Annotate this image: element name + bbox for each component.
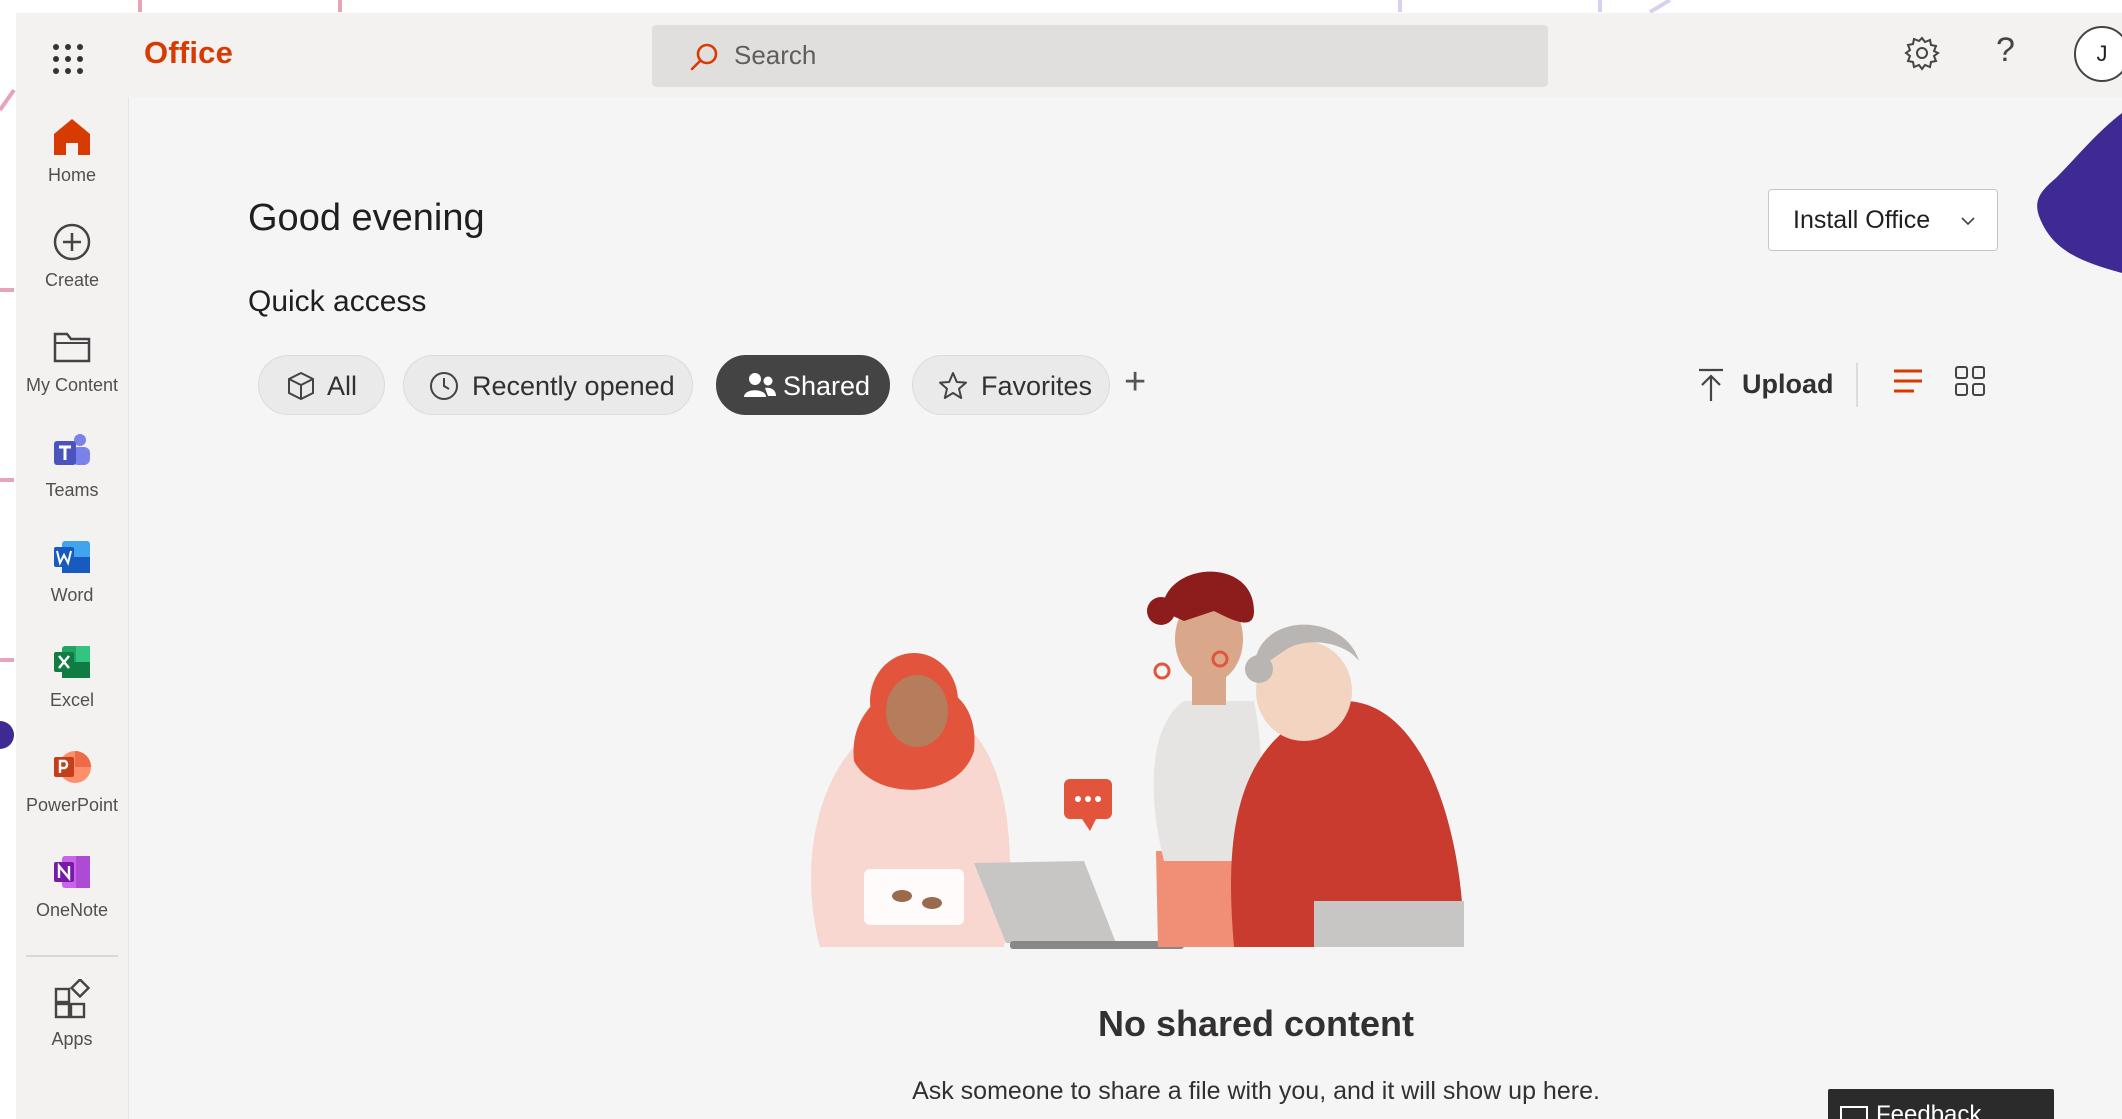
search-box[interactable]: Search [652, 25, 1548, 87]
account-avatar[interactable]: J [2074, 26, 2122, 82]
office-brand-link[interactable]: Office [144, 35, 233, 71]
excel-icon [54, 646, 90, 678]
sidebar-item-powerpoint[interactable]: PowerPoint [16, 737, 128, 837]
sidebar-item-label: Create [44, 270, 100, 290]
sidebar-item-apps[interactable]: Apps [16, 971, 128, 1071]
decorative-blob [2037, 113, 2122, 273]
upload-icon [1699, 368, 1723, 401]
feedback-label: Feedback [1876, 1101, 1982, 1119]
sidebar-item-onenote[interactable]: OneNote [16, 842, 128, 942]
sidebar-item-excel[interactable]: Excel [16, 632, 128, 732]
people-icon [744, 373, 776, 397]
star-icon [939, 372, 967, 399]
filter-label: Recently opened [472, 371, 675, 401]
left-app-rail: Home Create My Content Teams Word Excel … [16, 97, 129, 1119]
filter-label: All [327, 371, 358, 401]
top-header: Office Search ? J [16, 13, 2122, 97]
sidebar-item-label: Excel [49, 690, 94, 710]
list-view-icon[interactable] [1892, 365, 1924, 397]
feedback-button[interactable]: Feedback [1828, 1089, 2054, 1119]
apps-icon [54, 979, 91, 1019]
empty-state-title: No shared content [1097, 1003, 1415, 1044]
folder-icon [53, 332, 91, 363]
sidebar-item-label: OneNote [35, 900, 109, 920]
home-icon [54, 119, 90, 155]
filter-all-pill[interactable]: All [258, 355, 385, 415]
filter-favorites-pill[interactable]: Favorites [912, 355, 1110, 415]
sidebar-item-teams[interactable]: Teams [16, 422, 128, 522]
sidebar-item-label: Apps [51, 1029, 93, 1049]
upload-button[interactable]: Upload [1696, 361, 1846, 411]
filter-recently-opened-pill[interactable]: Recently opened [403, 355, 693, 415]
sidebar-item-home[interactable]: Home [16, 107, 128, 207]
search-icon [690, 43, 718, 71]
help-button[interactable]: ? [1996, 31, 2015, 70]
upload-label: Upload [1742, 369, 1834, 399]
install-office-label: Install Office [1793, 206, 1931, 234]
filter-label: Favorites [981, 371, 1093, 401]
powerpoint-icon [54, 751, 91, 783]
toolbar-divider [1856, 363, 1858, 407]
empty-state-subtitle: Ask someone to share a file with you, an… [912, 1077, 1600, 1105]
plus-circle-icon [53, 223, 91, 261]
sidebar-item-label: Word [50, 585, 94, 605]
sidebar-item-my-content[interactable]: My Content [16, 317, 128, 417]
onenote-icon [54, 856, 90, 888]
chevron-down-icon [1961, 217, 1975, 226]
sidebar-item-label: PowerPoint [25, 795, 119, 815]
sidebar-item-label: Teams [45, 480, 99, 500]
settings-gear-icon[interactable] [1904, 35, 1940, 71]
feedback-icon [1840, 1106, 1868, 1119]
empty-state-illustration [810, 571, 1464, 949]
filter-shared-pill[interactable]: Shared [716, 355, 890, 415]
sidebar-item-label: My Content [25, 375, 119, 395]
quick-access-heading: Quick access [248, 285, 427, 318]
sidebar-item-create[interactable]: Create [16, 212, 128, 312]
office-app-window: Office Search ? J Home Create My Content… [16, 13, 2122, 1119]
filter-label: Shared [783, 371, 871, 401]
teams-icon [54, 434, 90, 465]
app-launcher-icon[interactable] [48, 39, 88, 79]
grid-view-icon[interactable] [1954, 365, 1986, 397]
greeting-heading: Good evening [248, 197, 485, 239]
rail-divider [26, 955, 118, 957]
sidebar-item-word[interactable]: Word [16, 527, 128, 627]
sidebar-item-label: Home [47, 165, 96, 185]
install-office-button[interactable]: Install Office [1768, 189, 1998, 251]
clock-icon [430, 372, 458, 400]
cube-icon [288, 371, 314, 401]
add-filter-button[interactable]: + [1124, 361, 1146, 404]
search-placeholder: Search [734, 40, 817, 70]
word-icon [54, 541, 90, 573]
